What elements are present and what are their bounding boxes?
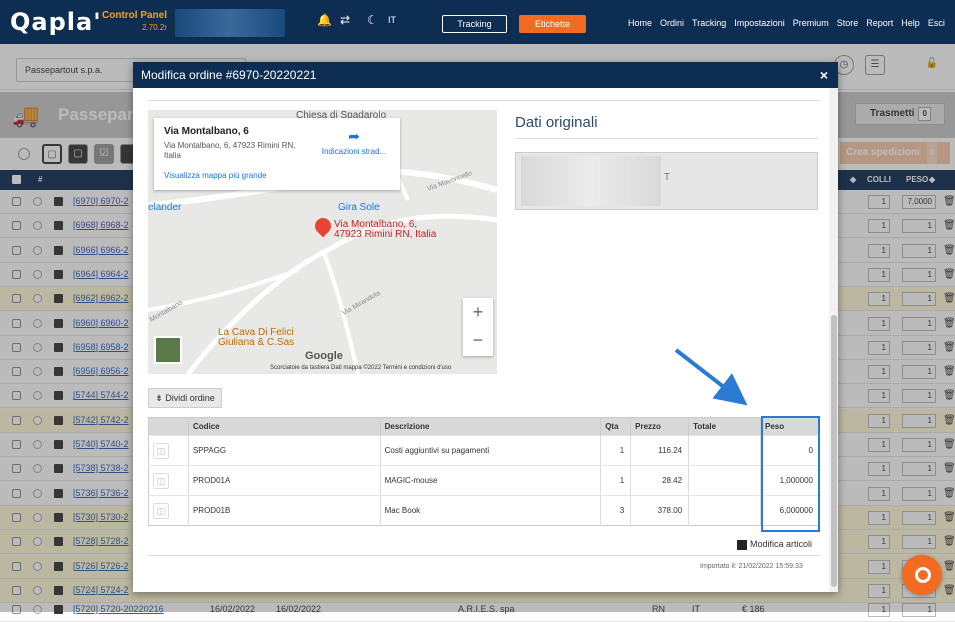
col-descrizione: Descrizione [380, 417, 602, 436]
col-codice: Codice [188, 417, 381, 436]
map-label-elander: elander [148, 202, 182, 213]
control-panel-text: Control Panel [102, 10, 168, 21]
map-label-girasole: Gira Sole [338, 202, 380, 213]
item-codice: PROD01B [188, 495, 381, 526]
directions-label: Indicazioni strad... [321, 147, 387, 156]
satellite-toggle[interactable] [154, 336, 182, 364]
dividi-label: Dividi ordine [165, 393, 215, 403]
nav-impostazioni[interactable]: Impostazioni [734, 18, 785, 28]
directions-icon: ➦ [348, 128, 360, 144]
nav-help[interactable]: Help [901, 18, 920, 28]
map-footer[interactable]: Scorciatoie da tastiera Dati mappa ©2022… [270, 365, 451, 371]
item-qta: 1 [600, 435, 632, 466]
annotation-arrow-icon [674, 348, 748, 406]
dati-divider [515, 138, 818, 139]
split-icon: ⇟ [155, 393, 166, 403]
language-selector[interactable]: IT [388, 15, 396, 25]
nav-home[interactable]: Home [628, 18, 652, 28]
col-qta: Qta [600, 417, 632, 436]
item-descrizione: Mac Book [380, 495, 602, 526]
bell-icon[interactable]: 🔔 [317, 13, 332, 27]
dividi-ordine-button[interactable]: ⇟ Dividi ordine [148, 388, 222, 408]
item-descrizione: Costi aggiuntivi su pagamenti [380, 435, 602, 466]
modal-title: Modifica ordine #6970-20220221 [141, 68, 317, 82]
item-codice: SPPAGG [188, 435, 381, 466]
col-totale: Totale [688, 417, 761, 436]
bigger-map-link[interactable]: Visualizza mappa più grande [164, 171, 390, 180]
item-prezzo: 378.00 [630, 495, 690, 526]
modal-top-divider [148, 100, 820, 101]
tracking-button[interactable]: Tracking [442, 15, 507, 33]
item-prezzo: 28.42 [630, 465, 690, 496]
item-totale [688, 495, 761, 526]
item-row: ◫ PROD01B Mac Book 3 378.00 6,000000 [148, 495, 821, 526]
map-card-address: Via Montalbano, 6, 47923 Rimini RN, Ital… [164, 141, 296, 160]
modal-scrollbar-thumb[interactable] [831, 315, 837, 587]
modifica-articoli-button[interactable]: Modifica articoli [737, 539, 812, 550]
item-totale [688, 435, 761, 466]
etichette-button[interactable]: Etichette [519, 15, 586, 33]
dati-originali-text: T [664, 172, 671, 183]
item-qta: 3 [600, 495, 632, 526]
item-codice: PROD01A [188, 465, 381, 496]
camera-icon[interactable]: ◫ [153, 472, 169, 489]
etichette-button-label: Etichette [534, 19, 571, 29]
version-label: 2.70.2r [142, 23, 168, 32]
col-prezzo: Prezzo [630, 417, 690, 436]
item-row: ◫ SPPAGG Costi aggiuntivi su pagamenti 1… [148, 435, 821, 466]
dati-originali-heading: Dati originali [515, 114, 598, 131]
tracking-button-label: Tracking [457, 19, 492, 29]
blurred-account-box [175, 9, 285, 37]
map-zoom-control: + − [463, 298, 493, 356]
close-icon[interactable]: × [820, 62, 828, 88]
nav-tracking[interactable]: Tracking [692, 18, 726, 28]
camera-icon[interactable]: ◫ [153, 502, 169, 519]
zoom-out-button[interactable]: − [463, 326, 493, 354]
modal-header: Modifica ordine #6970-20220221 × [133, 62, 838, 88]
zoom-in-button[interactable]: + [463, 298, 493, 326]
edit-icon [737, 539, 747, 550]
main-nav: Home Ordini Tracking Impostazioni Premiu… [628, 18, 945, 28]
camera-icon[interactable]: ◫ [153, 442, 169, 459]
modal-footer-divider [148, 555, 820, 556]
order-items-table: Codice Descrizione Qta Prezzo Totale Pes… [148, 417, 821, 526]
nav-report[interactable]: Report [866, 18, 893, 28]
item-descrizione: MAGIC-mouse [380, 465, 602, 496]
map-label-cava: La Cava Di Felici Giuliana & C.Sas [218, 327, 295, 348]
map-info-card: Via Montalbano, 6 Via Montalbano, 6, 479… [154, 118, 400, 190]
swap-icon[interactable]: ⇄ [340, 13, 350, 27]
modifica-articoli-label: Modifica articoli [750, 539, 813, 549]
item-totale [688, 465, 761, 496]
item-row: ◫ PROD01A MAGIC-mouse 1 28.42 1,000000 [148, 465, 821, 496]
nav-ordini[interactable]: Ordini [660, 18, 684, 28]
map-pin-label: Via Montalbano, 6, 47923 Rimini RN, Ital… [334, 219, 437, 240]
item-qta: 1 [600, 465, 632, 496]
qapla-logo[interactable]: Qapla' [10, 8, 102, 36]
chat-support-button[interactable] [902, 555, 942, 595]
directions-link[interactable]: ➦ Indicazioni strad... [314, 128, 394, 156]
nav-premium[interactable]: Premium [793, 18, 829, 28]
nav-store[interactable]: Store [837, 18, 859, 28]
google-logo: Google [305, 350, 343, 362]
imported-timestamp: Importato il: 21/02/2022 15:59:33 [700, 563, 803, 570]
item-prezzo: 116.24 [630, 435, 690, 466]
control-panel-label: Control Panel 2.70.2r [102, 10, 167, 34]
nav-esci[interactable]: Esci [928, 18, 945, 28]
moon-icon[interactable]: ☾ [367, 13, 378, 27]
top-navbar: Qapla' Control Panel 2.70.2r 🔔 ⇄ ☾ IT Tr… [0, 0, 955, 44]
peso-highlight-box [761, 416, 820, 532]
items-header-row: Codice Descrizione Qta Prezzo Totale Pes… [148, 417, 821, 436]
blurred-address [521, 156, 661, 206]
col-image [148, 417, 189, 436]
